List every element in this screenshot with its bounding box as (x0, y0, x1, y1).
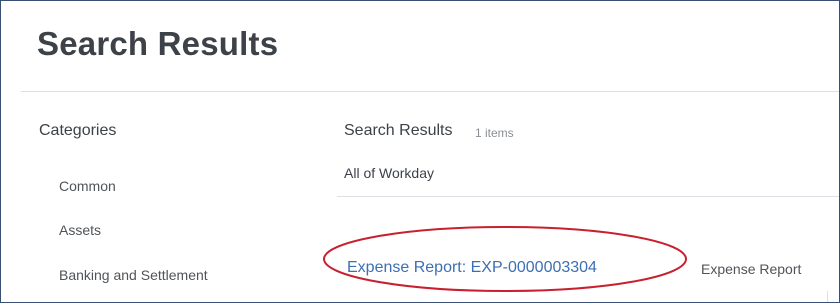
scope-divider (337, 196, 839, 197)
title-divider (21, 91, 839, 92)
category-item-assets[interactable]: Assets (59, 222, 101, 238)
category-item-banking-and-settlement[interactable]: Banking and Settlement (59, 267, 208, 283)
results-count: 1 items (475, 126, 514, 140)
categories-heading: Categories (39, 122, 117, 139)
search-results-window: Search Results Categories Common Assets … (0, 0, 840, 303)
results-header: Search Results (344, 122, 453, 139)
result-link-expense-report[interactable]: Expense Report: EXP-0000003304 (347, 259, 597, 277)
page-title: Search Results (37, 25, 279, 62)
category-item-common[interactable]: Common (59, 178, 116, 194)
search-scope-label: All of Workday (344, 165, 434, 181)
column-divider (827, 291, 828, 302)
result-type-label: Expense Report (701, 261, 802, 277)
